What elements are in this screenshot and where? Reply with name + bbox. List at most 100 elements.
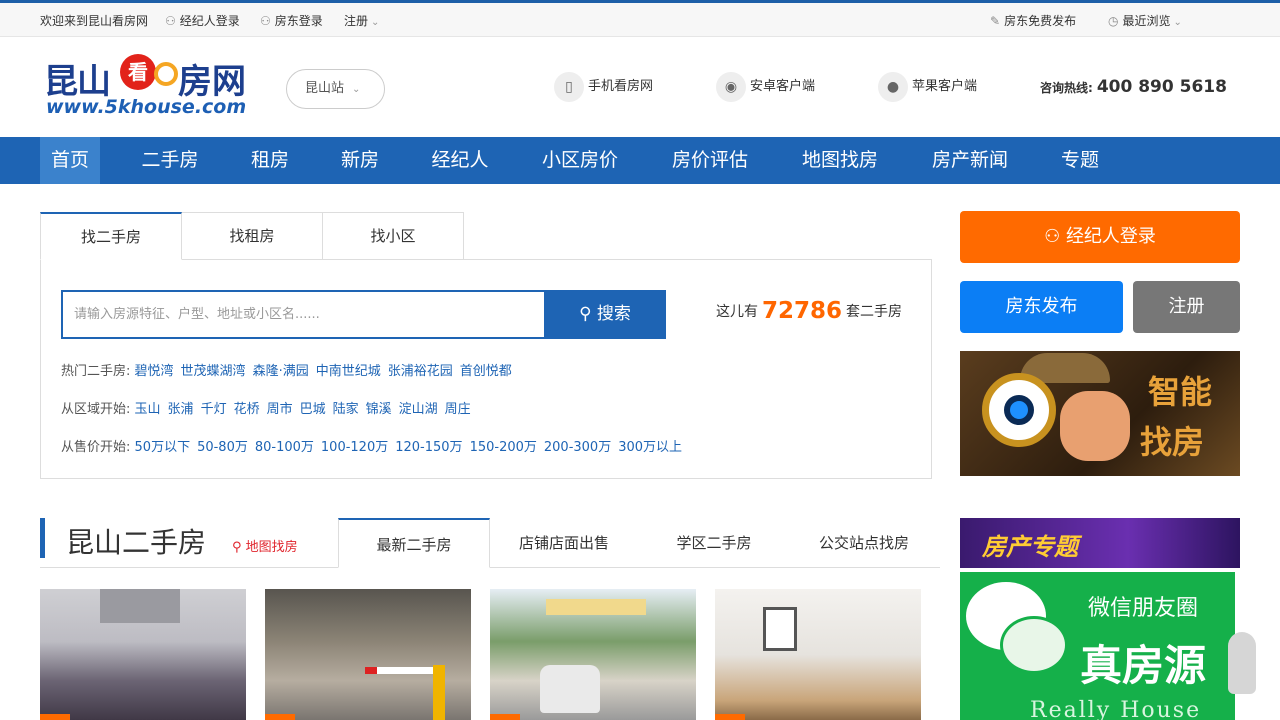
hot-link[interactable]: 张浦裕花园 <box>388 364 453 379</box>
top-bar: 欢迎来到昆山看房网 ⚇ 经纪人登录 ⚇ 房东登录 注册 ⌄ ✎ 房东免费发布 ◷ 最近浏览… <box>0 0 1280 37</box>
edit-icon: ✎ <box>990 14 1001 28</box>
section-title: 昆山二手房 <box>66 526 207 559</box>
mobile-site-link[interactable]: ▯ 手机看房网 <box>554 72 653 102</box>
owner-publish-button[interactable]: 房东发布 <box>960 281 1123 333</box>
price-link[interactable]: 200-300万 <box>544 440 611 455</box>
nav-item-news[interactable]: 房产新闻 <box>920 137 1020 184</box>
station-selector[interactable]: 昆山站 ⌄ <box>286 69 385 109</box>
hot-label: 热门二手房: <box>61 364 131 379</box>
tab-find-rent[interactable]: 找租房 <box>181 212 323 260</box>
logo-kan-badge: 看 <box>120 54 156 90</box>
area-link[interactable]: 锦溪 <box>366 402 392 417</box>
area-link[interactable]: 周庄 <box>445 402 471 417</box>
nav-item-new[interactable]: 新房 <box>330 137 390 184</box>
hotline-number: 400 890 5618 <box>1096 77 1227 97</box>
android-app-link[interactable]: ◉ 安卓客户端 <box>716 72 815 102</box>
chevron-down-icon: ⌄ <box>352 84 361 95</box>
section-map-link[interactable]: ⚲ 地图找房 <box>232 536 298 555</box>
search-button[interactable]: ⚲ 搜索 <box>544 290 666 339</box>
price-link[interactable]: 50万以下 <box>135 440 191 455</box>
eye-icon <box>1004 395 1034 425</box>
nav-item-secondhand[interactable]: 二手房 <box>130 137 210 184</box>
wechat-banner-text-2: 真房源 <box>1080 641 1207 690</box>
back-to-top-rocket-icon[interactable] <box>1228 632 1256 694</box>
map-pin-icon: ⚲ <box>232 540 242 555</box>
chevron-down-icon: ⌄ <box>1173 17 1182 28</box>
mobile-site-label: 手机看房网 <box>588 79 654 94</box>
nav-item-agent[interactable]: 经纪人 <box>420 137 500 184</box>
owner-login-label: 房东登录 <box>274 14 323 28</box>
nav-item-rent[interactable]: 租房 <box>240 137 300 184</box>
person-icon: ⚇ <box>165 14 176 28</box>
agent-login-label: 经纪人登录 <box>179 14 240 28</box>
count-prefix: 这儿有 <box>716 304 758 320</box>
listing-tag <box>490 714 520 720</box>
agent-login-link[interactable]: ⚇ 经纪人登录 <box>165 12 240 29</box>
listing-photo-entrance[interactable] <box>490 589 696 720</box>
tab-find-community[interactable]: 找小区 <box>322 212 464 260</box>
hotline-label: 咨询热线: <box>1040 81 1093 95</box>
nav-item-valuation[interactable]: 房价评估 <box>660 137 760 184</box>
area-link[interactable]: 玉山 <box>135 402 161 417</box>
listing-tag <box>265 714 295 720</box>
topic-banner[interactable]: 房产专题 <box>960 518 1240 568</box>
price-link[interactable]: 50-80万 <box>197 440 248 455</box>
area-link[interactable]: 花桥 <box>234 402 260 417</box>
tab-latest-secondhand[interactable]: 最新二手房 <box>338 518 490 568</box>
register-dropdown[interactable]: 注册 ⌄ <box>344 12 379 29</box>
detective-face <box>1060 391 1130 461</box>
hot-row: 热门二手房: 碧悦湾 世茂蝶湖湾 森隆·满园 中南世纪城 张浦裕花园 首创悦都 <box>61 360 519 379</box>
price-link[interactable]: 100-120万 <box>321 440 388 455</box>
listing-photo-kitchen[interactable] <box>40 589 246 720</box>
topic-banner-text: 房产专题 <box>982 533 1078 561</box>
tab-find-secondhand[interactable]: 找二手房 <box>40 212 182 260</box>
smart-search-banner[interactable]: 智能 找房 <box>960 351 1240 476</box>
listing-photo-living-room[interactable] <box>715 589 921 720</box>
hot-link[interactable]: 首创悦都 <box>460 364 512 379</box>
hot-link[interactable]: 森隆·满园 <box>253 364 309 379</box>
area-link[interactable]: 张浦 <box>168 402 194 417</box>
person-icon: ⚇ <box>260 14 271 28</box>
hotline: 咨询热线: 400 890 5618 <box>1040 77 1227 97</box>
tab-shop-sale[interactable]: 店铺店面出售 <box>500 518 628 568</box>
ios-app-link[interactable]: ● 苹果客户端 <box>878 72 977 102</box>
apple-icon: ● <box>878 72 908 102</box>
area-link[interactable]: 陆家 <box>333 402 359 417</box>
area-link[interactable]: 千灯 <box>201 402 227 417</box>
area-link[interactable]: 淀山湖 <box>399 402 438 417</box>
area-row: 从区域开始: 玉山 张浦 千灯 花桥 周市 巴城 陆家 锦溪 淀山湖 周庄 <box>61 398 478 417</box>
area-link[interactable]: 巴城 <box>300 402 326 417</box>
hot-link[interactable]: 碧悦湾 <box>135 364 174 379</box>
register-button[interactable]: 注册 <box>1133 281 1240 333</box>
station-label: 昆山站 <box>305 81 345 96</box>
hot-link[interactable]: 中南世纪城 <box>316 364 381 379</box>
price-link[interactable]: 150-200万 <box>470 440 537 455</box>
owner-login-link[interactable]: ⚇ 房东登录 <box>260 12 323 29</box>
tab-bus-station[interactable]: 公交站点找房 <box>800 518 928 568</box>
agent-login-button-label: 经纪人登录 <box>1065 226 1156 247</box>
nav-item-home[interactable]: 首页 <box>40 137 100 184</box>
price-link[interactable]: 80-100万 <box>255 440 314 455</box>
listing-photo-gate[interactable] <box>265 589 471 720</box>
hot-link[interactable]: 世茂蝶湖湾 <box>181 364 246 379</box>
recent-dropdown[interactable]: ◷ 最近浏览 ⌄ <box>1108 12 1182 29</box>
agent-login-button[interactable]: ⚇ 经纪人登录 <box>960 211 1240 263</box>
header: 昆山 看 房网 www.5khouse.com 昆山站 ⌄ ▯ 手机看房网 ◉ 安卓客… <box>0 37 1280 137</box>
site-logo[interactable]: 昆山 看 房网 www.5khouse.com <box>44 54 266 120</box>
car-image <box>540 665 600 713</box>
section-map-label: 地图找房 <box>245 540 298 555</box>
price-link[interactable]: 300万以上 <box>618 440 682 455</box>
search-input[interactable]: 请输入房源特征、户型、地址或小区名...... <box>61 290 545 339</box>
android-label: 安卓客户端 <box>750 79 816 94</box>
wechat-icon <box>1000 616 1068 674</box>
listing-count: 这儿有 72786 套二手房 <box>716 298 902 324</box>
nav-item-topic[interactable]: 专题 <box>1050 137 1110 184</box>
area-link[interactable]: 周市 <box>267 402 293 417</box>
owner-publish-link[interactable]: ✎ 房东免费发布 <box>990 12 1076 29</box>
nav-item-community-price[interactable]: 小区房价 <box>530 137 630 184</box>
nav-item-map[interactable]: 地图找房 <box>790 137 890 184</box>
magnifier-icon <box>154 62 178 86</box>
wechat-banner[interactable]: 微信朋友圈 真房源 Really House <box>960 572 1235 720</box>
price-link[interactable]: 120-150万 <box>395 440 462 455</box>
tab-school-district[interactable]: 学区二手房 <box>650 518 778 568</box>
